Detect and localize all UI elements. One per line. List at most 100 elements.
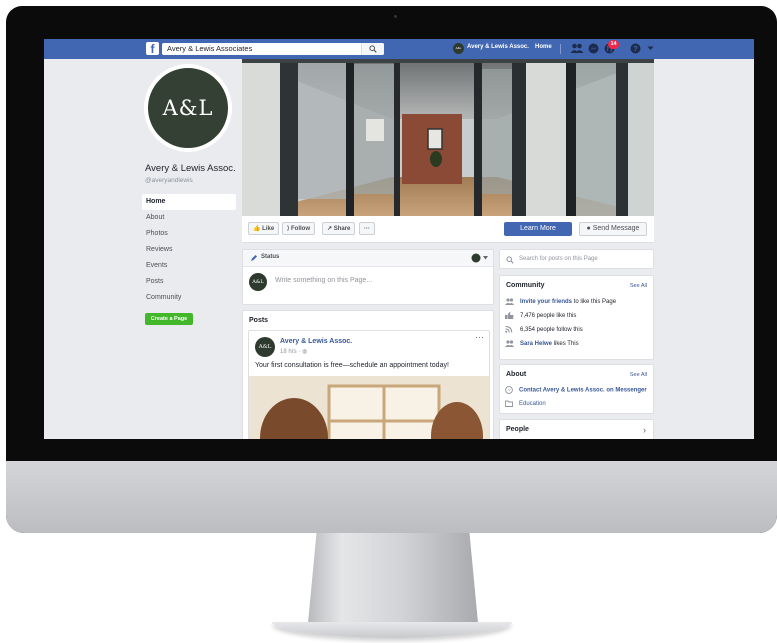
page-username[interactable]: @averyandlewis: [145, 177, 193, 184]
globe-privacy-icon: ◍: [302, 349, 308, 355]
follow-rss-icon: [505, 326, 513, 333]
friend-name-link[interactable]: Sara Helwe: [520, 341, 552, 347]
office-cover-image: [242, 59, 654, 216]
share-icon: ↗: [327, 226, 333, 232]
likes-count-row: 7,476 people like this: [505, 312, 576, 319]
follows-count-row: 6,354 people follow this: [505, 326, 583, 333]
posts-heading: Posts: [249, 317, 269, 324]
monitor-chin: [6, 461, 777, 533]
community-see-all-link[interactable]: See All: [630, 283, 647, 289]
post-as-dropdown-icon[interactable]: [483, 256, 488, 260]
follow-label: Follow: [291, 226, 311, 232]
pencil-icon: [251, 255, 257, 261]
status-input-placeholder[interactable]: Write something on this Page...: [275, 277, 372, 284]
profile-avatar[interactable]: A&L: [453, 43, 464, 54]
monitor-stand-neck: [308, 533, 478, 623]
about-heading: About: [506, 371, 527, 378]
learn-more-button[interactable]: Learn More: [504, 222, 572, 236]
follow-button[interactable]: ⟩ Follow: [282, 222, 316, 235]
svg-text:?: ?: [633, 44, 638, 53]
help-icon[interactable]: ?: [630, 43, 641, 54]
like-icon: 👍: [253, 226, 261, 232]
messenger-icon[interactable]: [588, 43, 599, 54]
community-heading: Community: [506, 282, 545, 289]
folder-icon: [505, 400, 513, 407]
friends-icon: [505, 340, 514, 347]
account-menu-dropdown-icon[interactable]: [647, 46, 654, 51]
facebook-logo-icon[interactable]: f: [146, 42, 159, 55]
home-link[interactable]: Home: [535, 44, 552, 50]
share-label: Share: [333, 226, 351, 232]
sidebar-item-photos[interactable]: Photos: [142, 226, 236, 242]
post-author-avatar[interactable]: A&L: [255, 337, 275, 357]
top-navigation-bar: f Avery & Lewis Associates A&L Avery & L…: [44, 39, 754, 59]
monitor-bezel: f Avery & Lewis Associates A&L Avery & L…: [6, 6, 777, 533]
invite-friends-link[interactable]: Invite your friends: [520, 299, 572, 305]
status-tab-label[interactable]: Status: [261, 254, 279, 260]
page-post-search[interactable]: Search for posts on this Page: [499, 249, 654, 269]
post-image-people-by-window: [249, 376, 489, 439]
friend-likes-row: Sara Helwe likes This: [505, 340, 579, 347]
messenger-outline-icon: [505, 386, 513, 394]
sidebar-item-events[interactable]: Events: [142, 258, 236, 274]
page-post-search-placeholder: Search for posts on this Page: [519, 256, 598, 262]
category-link[interactable]: Education: [519, 401, 546, 407]
search-icon: [506, 256, 514, 264]
post-options-button[interactable]: ···: [475, 332, 484, 342]
post-as-avatar-icon[interactable]: [471, 253, 481, 263]
sidebar-item-about[interactable]: About: [142, 210, 236, 226]
nav-divider: [560, 44, 561, 54]
category-row: Education: [505, 400, 546, 407]
likes-count-text: 7,476 people like this: [520, 313, 577, 320]
sidebar-item-home[interactable]: Home: [142, 194, 236, 210]
community-section: Community See All Invite your friends to…: [499, 275, 654, 360]
invite-friends-text: to like this Page: [573, 299, 617, 306]
send-message-label: Send Message: [592, 225, 640, 232]
page-profile-picture[interactable]: A&L: [144, 64, 232, 152]
post-author-name[interactable]: Avery & Lewis Assoc.: [280, 338, 352, 345]
post-photo[interactable]: [249, 376, 489, 439]
status-header: Status: [243, 250, 493, 267]
cover-photo[interactable]: [242, 59, 654, 216]
invite-friends-row: Invite your friends to like this Page: [505, 298, 616, 305]
follows-count-text: 6,354 people follow this: [520, 327, 583, 334]
friend-requests-icon[interactable]: [570, 43, 584, 54]
follow-icon: ⟩: [287, 226, 290, 232]
search-input[interactable]: Avery & Lewis Associates: [162, 43, 384, 55]
profile-name-link[interactable]: Avery & Lewis Assoc.: [467, 44, 529, 50]
camera-dot: [394, 15, 397, 18]
create-page-button[interactable]: Create a Page: [145, 313, 193, 325]
share-button[interactable]: ↗ Share: [322, 222, 356, 235]
screen: f Avery & Lewis Associates A&L Avery & L…: [44, 39, 754, 439]
send-message-button[interactable]: ● Send Message: [579, 222, 647, 236]
like-button[interactable]: 👍 Like: [248, 222, 280, 235]
status-composer[interactable]: Status A&L Write something on this Page.…: [242, 249, 494, 305]
sidebar-item-reviews[interactable]: Reviews: [142, 242, 236, 258]
sidebar-item-posts[interactable]: Posts: [142, 274, 236, 290]
like-label: Like: [262, 226, 275, 232]
post-item: A&L Avery & Lewis Assoc. 18 hrs · ◍ ··· …: [248, 330, 490, 439]
post-time-text: 18 hrs: [280, 349, 297, 355]
thumbs-up-icon: [505, 312, 514, 319]
posts-section: Posts A&L Avery & Lewis Assoc. 18 hrs · …: [242, 310, 494, 439]
page-name[interactable]: Avery & Lewis Assoc.: [145, 163, 236, 174]
chevron-right-icon[interactable]: ›: [643, 425, 646, 435]
post-text: Your first consultation is free—schedule…: [255, 362, 449, 369]
about-see-all-link[interactable]: See All: [630, 372, 647, 378]
page-action-bar: 👍 Like ⟩ Follow ↗ Share ··· Learn More ●…: [242, 216, 654, 243]
page-sidebar-nav: Home About Photos Reviews Events Posts C…: [142, 194, 236, 306]
search-button[interactable]: [361, 43, 384, 55]
friend-likes-text: likes This: [553, 341, 579, 348]
contact-messenger-link[interactable]: Contact Avery & Lewis Assoc. on Messenge…: [519, 388, 647, 394]
search-input-value: Avery & Lewis Associates: [167, 44, 253, 53]
people-heading: People: [506, 426, 529, 433]
contact-messenger-row: Contact Avery & Lewis Assoc. on Messenge…: [505, 386, 647, 394]
sidebar-item-community[interactable]: Community: [142, 290, 236, 306]
friends-icon: [505, 298, 514, 305]
about-section: About See All Contact Avery & Lewis Asso…: [499, 364, 654, 414]
more-options-button[interactable]: ···: [359, 222, 375, 235]
post-timestamp[interactable]: 18 hrs · ◍: [280, 348, 307, 355]
status-avatar: A&L: [249, 273, 267, 291]
people-section[interactable]: People ›: [499, 419, 654, 439]
search-icon: [369, 45, 377, 53]
